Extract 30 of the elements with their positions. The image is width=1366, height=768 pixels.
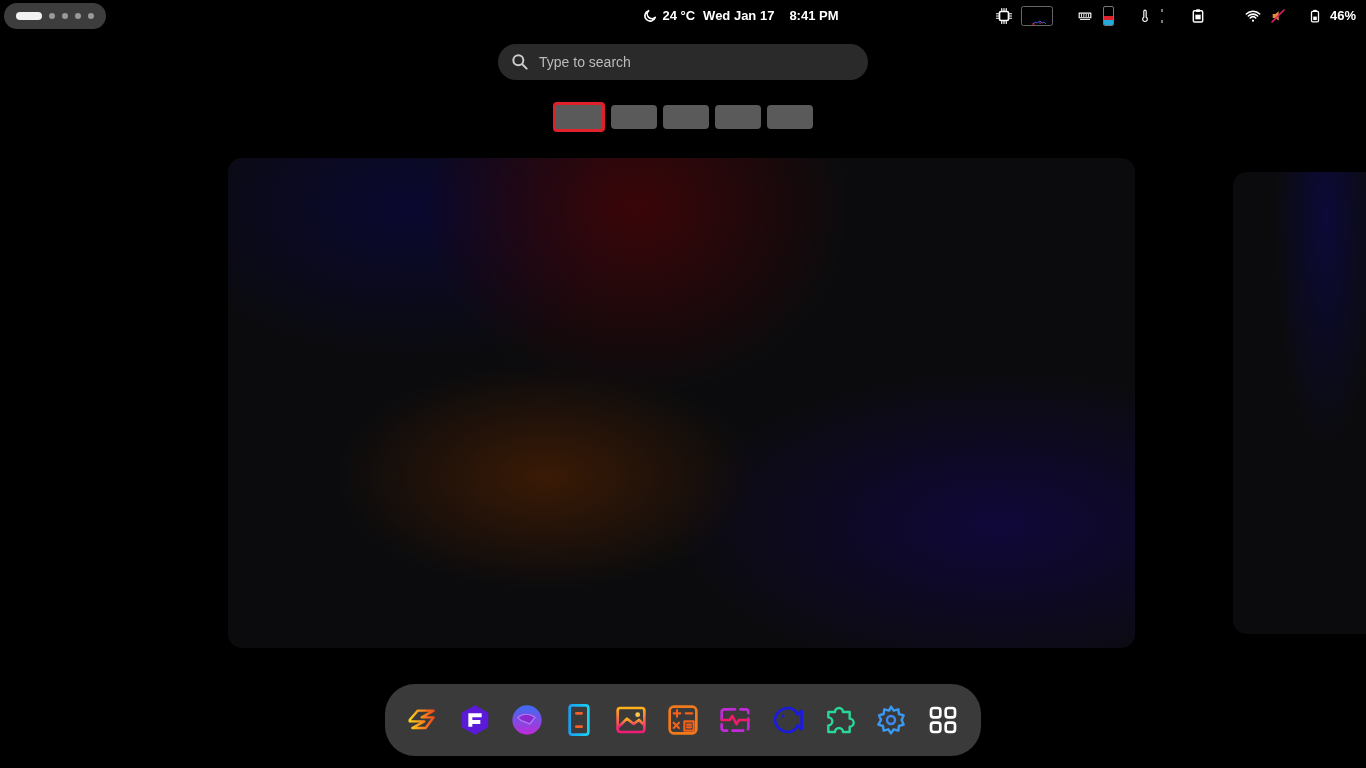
memory-meter[interactable] <box>1102 6 1114 26</box>
clock-label[interactable]: 8:41 PM <box>789 6 839 26</box>
workspace-dot[interactable] <box>88 13 94 19</box>
workspace-thumbnail[interactable] <box>715 105 761 129</box>
workspace-dot[interactable] <box>49 13 55 19</box>
workspace-indicator[interactable] <box>4 3 106 29</box>
gear-icon <box>875 704 907 736</box>
hexagon-letter-icon <box>459 704 491 736</box>
workspace-thumbnail[interactable] <box>553 102 605 132</box>
calculator-icon <box>667 704 699 736</box>
workspace-thumbnail[interactable] <box>611 105 657 129</box>
fish-icon <box>771 704 803 736</box>
weather-temperature[interactable]: 24 °C <box>662 6 696 26</box>
chip-icon[interactable] <box>994 7 1013 25</box>
workspace-thumbnail[interactable] <box>767 105 813 129</box>
app-grid-icon <box>927 704 959 736</box>
moon-icon <box>642 8 659 24</box>
date-label[interactable]: Wed Jan 17 <box>703 6 775 26</box>
search-icon <box>510 52 530 72</box>
image-icon <box>615 704 647 736</box>
workspace-thumbnail[interactable] <box>663 105 709 129</box>
wifi-icon[interactable] <box>1243 8 1262 24</box>
muted-speaker-icon[interactable] <box>1269 8 1286 24</box>
workspace-dot[interactable] <box>62 13 68 19</box>
search-field[interactable]: Type to search <box>498 44 868 80</box>
globe-icon <box>511 704 543 736</box>
cpu-graph[interactable] <box>1020 6 1053 26</box>
temperature-graph <box>1159 8 1164 24</box>
battery-percentage[interactable]: 46% <box>1329 6 1356 26</box>
workspace-dot[interactable] <box>75 13 81 19</box>
